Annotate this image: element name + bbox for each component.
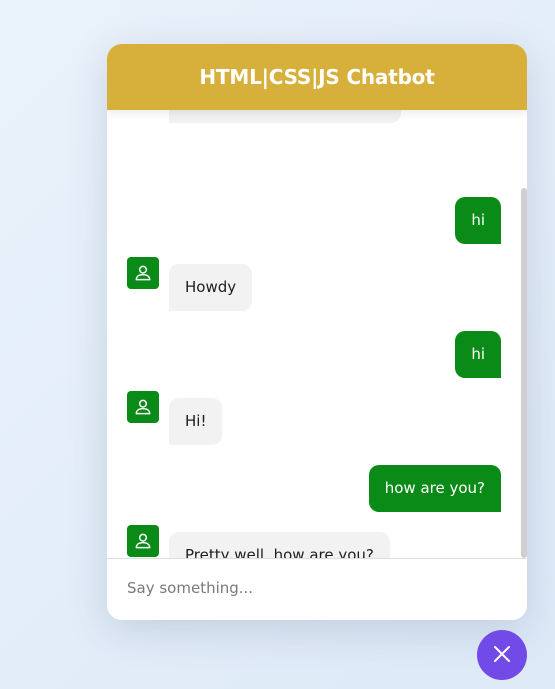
message-text: Howdy [169, 264, 253, 311]
chat-title: HTML|CSS|JS Chatbot [199, 65, 435, 89]
message-text: Hi! [169, 398, 223, 445]
message-text: hi [455, 197, 501, 244]
message-text: Pretty well, how are you? [169, 532, 390, 558]
message-text [169, 110, 401, 123]
incoming-message: Hi! [107, 383, 527, 445]
message-text: how are you? [368, 465, 501, 512]
person-icon [127, 257, 159, 289]
outgoing-message: hi [107, 316, 527, 378]
chat-header: HTML|CSS|JS Chatbot [107, 44, 527, 110]
incoming-message: Howdy [107, 249, 527, 311]
chat-input-bar [107, 558, 527, 620]
person-icon [127, 525, 159, 557]
outgoing-message: how are you? [107, 450, 527, 512]
incoming-message: Pretty well, how are you? [107, 517, 527, 558]
message-input[interactable] [107, 559, 527, 620]
person-icon [127, 391, 159, 423]
chatbot-window: HTML|CSS|JS Chatbot hi Howdy hi Hi! how … [107, 44, 527, 620]
chat-messages[interactable]: hi Howdy hi Hi! how are you? Pretty well… [107, 110, 527, 558]
message-text: hi [455, 331, 501, 378]
chat-scrollbar[interactable] [521, 188, 527, 558]
chatbot-toggle-button[interactable] [477, 630, 527, 680]
outgoing-message: hi [107, 182, 527, 244]
close-icon [492, 644, 512, 667]
